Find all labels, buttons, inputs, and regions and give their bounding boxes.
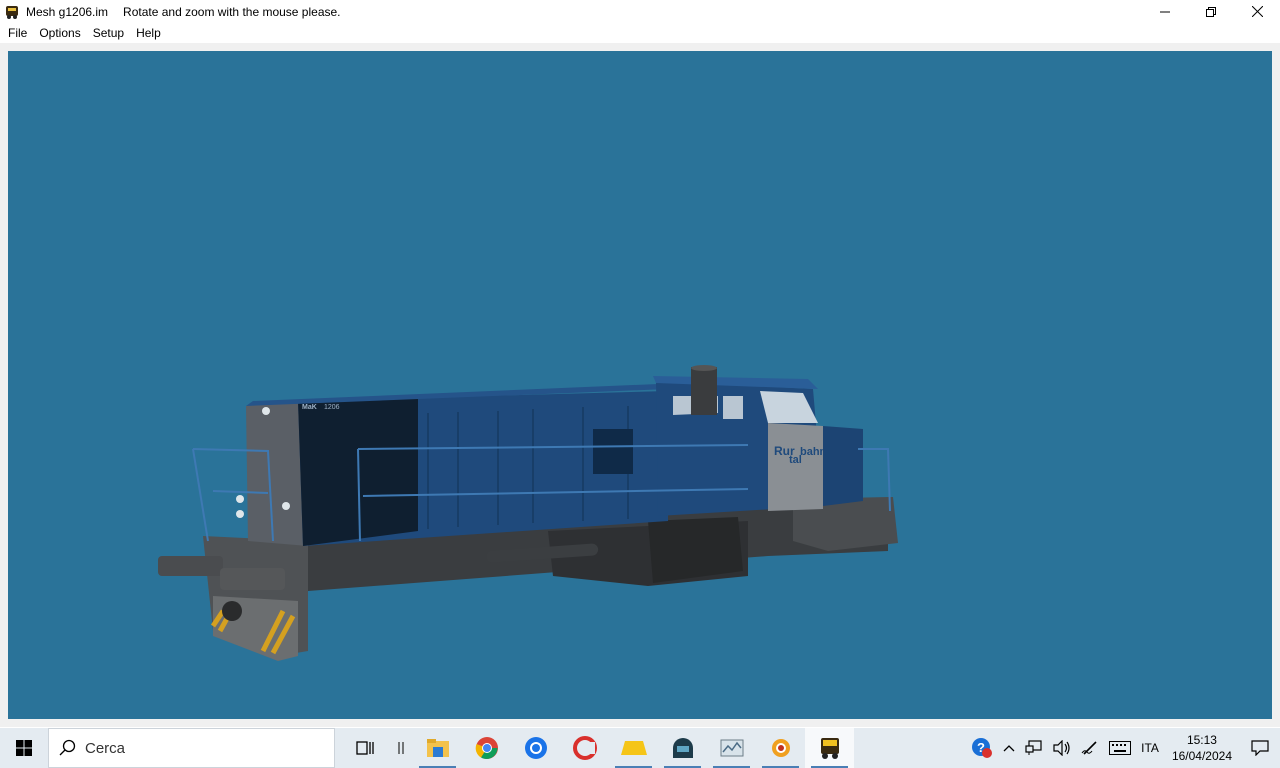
folder-yellow-icon: [620, 741, 647, 755]
tray-language[interactable]: ITA: [1136, 728, 1164, 768]
tray-pen-button[interactable]: [1076, 728, 1104, 768]
close-icon: [1251, 6, 1263, 17]
task-view-icon: [355, 741, 374, 755]
network-icon: [1025, 740, 1042, 755]
menu-help[interactable]: Help: [130, 23, 167, 43]
taskbar-chrome[interactable]: [462, 728, 511, 768]
locomotive-3d-model: Rur tal bahn MaK 1206: [158, 365, 898, 661]
menu-options[interactable]: Options: [33, 23, 86, 43]
help-alert-icon: ?: [972, 738, 993, 758]
brand-logo-text-3: bahn: [800, 446, 827, 458]
taskbar: Cerca ? ITA 15:13 16/04/2024: [0, 728, 1280, 768]
notification-icon: [1251, 740, 1269, 756]
tray-network-button[interactable]: [1020, 728, 1048, 768]
chevron-up-icon: [1003, 745, 1015, 752]
system-tray: ? ITA 15:13 16/04/2024: [966, 728, 1280, 768]
clock-date: 16/04/2024: [1171, 749, 1232, 763]
taskbar-train-app[interactable]: [658, 728, 707, 768]
windows-icon: [16, 740, 32, 756]
menu-file[interactable]: File: [0, 23, 33, 43]
taskbar-file-explorer[interactable]: [413, 728, 462, 768]
separator-icon: [398, 742, 404, 754]
taskbar-clock[interactable]: 15:13 16/04/2024: [1164, 732, 1240, 764]
menu-bar: File Options Setup Help: [0, 23, 1280, 43]
notification-center-button[interactable]: [1240, 728, 1280, 768]
taskbar-folder-app[interactable]: [609, 728, 658, 768]
viewer-eye-icon: [771, 739, 790, 757]
maker-label: MaK: [302, 404, 317, 411]
minimize-button[interactable]: [1142, 0, 1188, 23]
tray-keyboard-button[interactable]: [1104, 728, 1136, 768]
clock-time: 15:13: [1186, 733, 1217, 747]
taskbar-viewer-app[interactable]: [756, 728, 805, 768]
taskbar-search[interactable]: Cerca: [48, 728, 335, 768]
number-label: 1206: [324, 404, 340, 411]
taskbar-map-app[interactable]: [707, 728, 756, 768]
3d-viewport[interactable]: Rur tal bahn MaK 1206: [8, 51, 1272, 719]
pen-icon: [1081, 741, 1097, 755]
thunderbird-icon: [524, 737, 547, 759]
restore-button[interactable]: [1188, 0, 1234, 23]
window-title: Mesh g1206.im: [26, 4, 109, 19]
chrome-icon: [475, 737, 498, 759]
tray-chevron-button[interactable]: [998, 728, 1020, 768]
search-placeholder: Cerca: [85, 739, 126, 757]
taskbar-ccleaner[interactable]: [560, 728, 609, 768]
locomotive-app-icon: [6, 5, 18, 19]
locomotive-app-icon: [820, 738, 839, 759]
file-explorer-icon: [426, 739, 449, 757]
search-icon: [59, 739, 76, 756]
close-button[interactable]: [1234, 0, 1280, 23]
task-view-separator: [389, 728, 413, 768]
start-button[interactable]: [0, 728, 48, 768]
train-dome-icon: [672, 738, 693, 758]
title-bar: Mesh g1206.im Rotate and zoom with the m…: [0, 0, 1280, 23]
map-icon: [720, 739, 743, 757]
minimize-icon: [1160, 11, 1170, 12]
ccleaner-icon: [572, 736, 597, 760]
tray-volume-button[interactable]: [1048, 728, 1076, 768]
keyboard-icon: [1109, 741, 1132, 755]
restore-icon: [1206, 6, 1216, 17]
taskbar-thunderbird[interactable]: [511, 728, 560, 768]
taskbar-locomotive-app[interactable]: [805, 728, 854, 768]
tray-help-button[interactable]: ?: [966, 728, 998, 768]
volume-icon: [1053, 740, 1070, 756]
menu-setup[interactable]: Setup: [87, 23, 130, 43]
task-view-button[interactable]: [340, 728, 389, 768]
window-hint: Rotate and zoom with the mouse please.: [123, 4, 341, 19]
